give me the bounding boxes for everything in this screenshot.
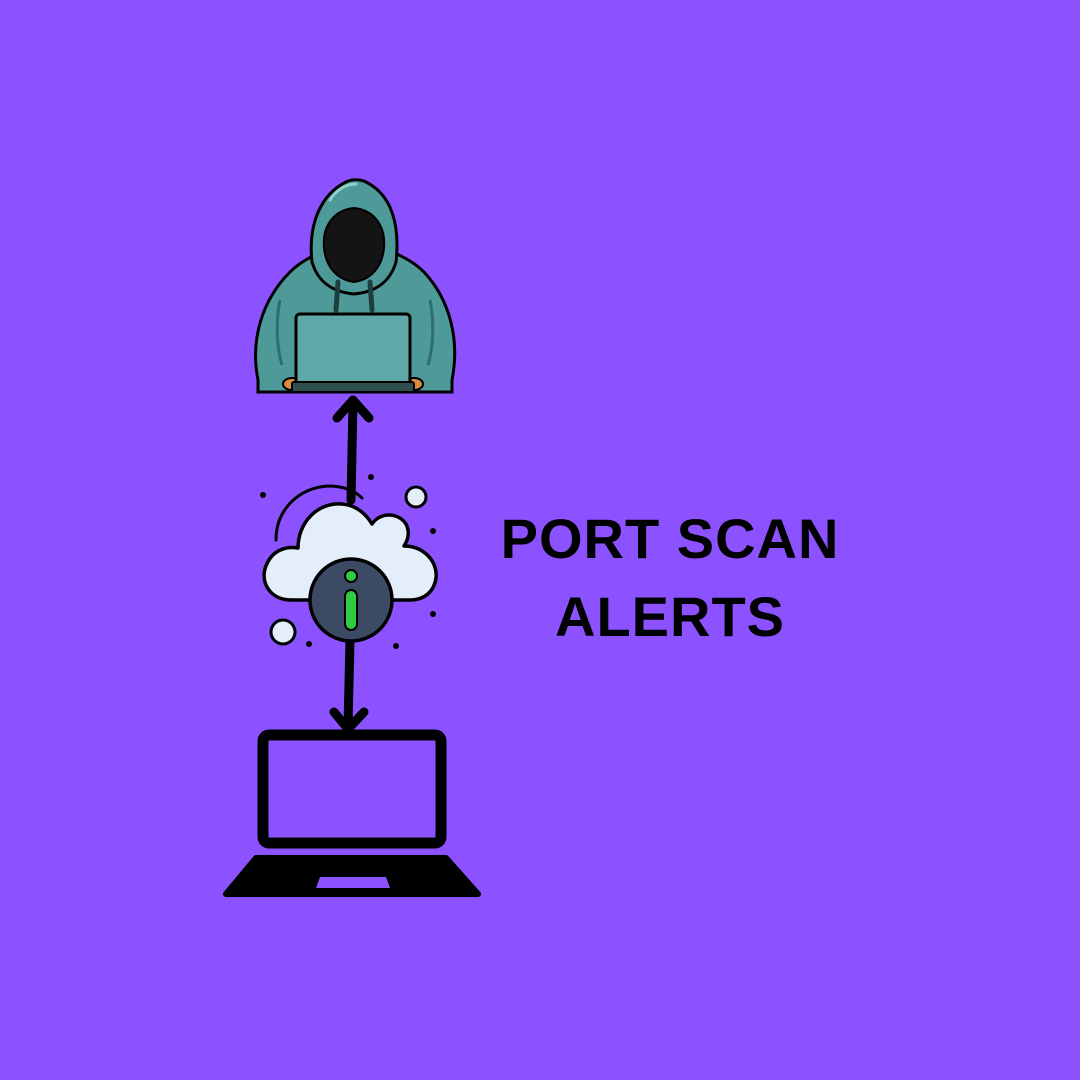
- bubble-bottom-left: [269, 618, 297, 646]
- laptop-base: [223, 855, 481, 897]
- dot-3: [430, 528, 436, 534]
- dot-2: [368, 474, 374, 480]
- laptop-icon: [223, 729, 481, 897]
- title-line-2: ALERTS: [555, 585, 785, 648]
- diagram-canvas: PORT SCAN ALERTS: [0, 0, 1080, 1080]
- title-line-1: PORT SCAN: [500, 507, 840, 570]
- hacker-laptop-base: [291, 381, 415, 393]
- dot-1: [260, 492, 266, 498]
- dot-5: [393, 643, 399, 649]
- diagram-title: PORT SCAN ALERTS: [470, 500, 870, 656]
- info-bar: [344, 589, 358, 631]
- hoodie-drawstring-left: [333, 279, 341, 313]
- laptop-screen: [257, 729, 447, 849]
- arrow-down-icon: [329, 635, 369, 734]
- hooded-hacker-with-laptop-icon: [254, 178, 457, 394]
- hacker-laptop-screen: [294, 312, 412, 386]
- hoodie-drawstring-right: [367, 279, 375, 313]
- arrow-up-icon: [332, 395, 374, 505]
- dot-4: [430, 611, 436, 617]
- bubble-top-right: [404, 485, 428, 509]
- dot-6: [306, 641, 312, 647]
- hacker-face: [322, 206, 386, 284]
- laptop-trackpad: [316, 877, 390, 888]
- info-dot: [344, 569, 358, 583]
